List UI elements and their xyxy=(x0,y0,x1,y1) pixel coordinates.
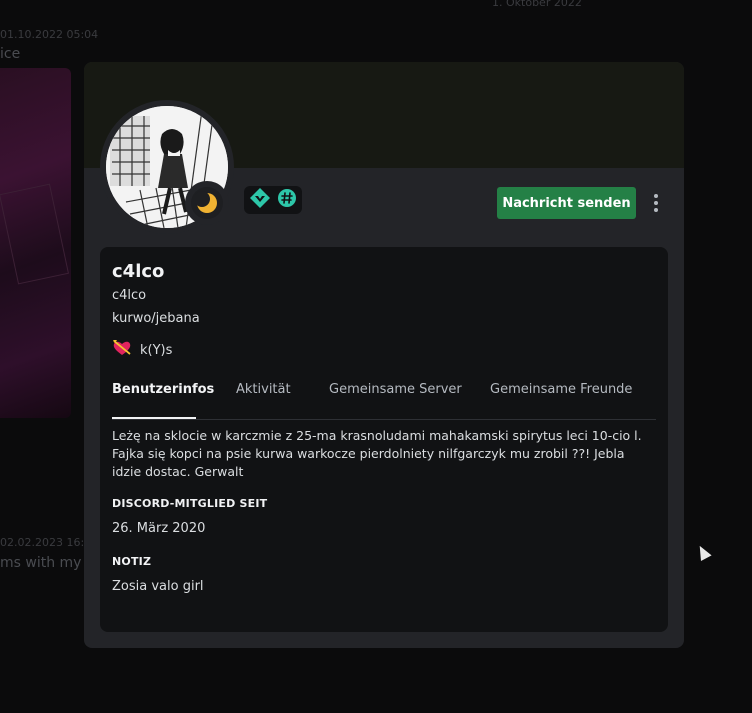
heart-arrow-emoji-icon xyxy=(112,338,132,362)
custom-status-text: k(Y)s xyxy=(140,342,173,358)
tab-mutual-servers[interactable]: Gemeinsame Server xyxy=(329,382,462,397)
tab-activity[interactable]: Aktivität xyxy=(236,382,291,397)
more-options-icon[interactable] xyxy=(646,190,666,216)
member-since-heading: DISCORD-MITGLIED SEIT xyxy=(112,497,268,510)
background-message-image xyxy=(0,68,71,418)
background-message-timestamp: 01.10.2022 05:04 xyxy=(0,28,99,41)
profile-tabs: Benutzerinfos Aktivität Gemeinsame Serve… xyxy=(112,378,656,420)
username: c4lco xyxy=(112,288,147,303)
about-me-text: Leżę na sklocie w karczmie z 25-ma krasn… xyxy=(112,428,642,479)
mouse-cursor-icon xyxy=(694,543,712,561)
display-name: c4lco xyxy=(112,261,165,282)
tab-user-info[interactable]: Benutzerinfos xyxy=(112,382,214,397)
user-profile-modal: Nachricht senden c4lco c4lco kurwo/jeban… xyxy=(84,62,684,648)
hashtag-badge-icon[interactable] xyxy=(277,188,297,212)
note-field[interactable]: Zosia valo girl xyxy=(112,579,204,594)
note-heading: NOTIZ xyxy=(112,555,152,568)
active-tab-indicator xyxy=(112,417,196,419)
idle-moon-icon xyxy=(191,187,223,219)
status-indicator-frame xyxy=(185,181,229,225)
member-since-date: 26. März 2020 xyxy=(112,521,206,536)
background-date-divider: 1. Oktober 2022 xyxy=(492,0,582,9)
pronouns: kurwo/jebana xyxy=(112,311,200,326)
profile-info-card: c4lco c4lco kurwo/jebana k(Y)s Benutzeri… xyxy=(100,247,668,632)
background-message-text-2: ms with my g xyxy=(0,555,95,571)
send-message-button[interactable]: Nachricht senden xyxy=(497,187,636,219)
background-message-text: ice xyxy=(0,46,21,62)
hypesquad-badge-icon[interactable] xyxy=(249,187,271,213)
tab-mutual-friends[interactable]: Gemeinsame Freunde xyxy=(490,382,632,397)
profile-badges xyxy=(244,186,302,214)
custom-status: k(Y)s xyxy=(112,338,172,362)
